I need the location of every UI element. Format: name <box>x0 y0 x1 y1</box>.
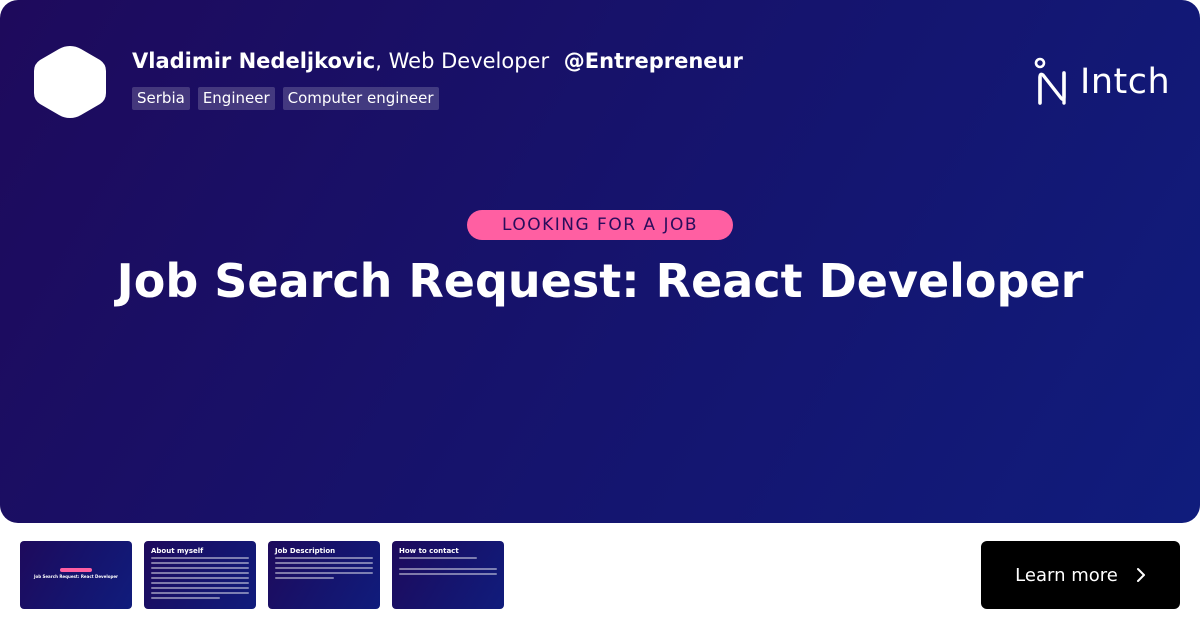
thumbnail-caption: Job Search Request: React Developer <box>33 574 119 579</box>
thumbnail-text-lines <box>151 557 249 602</box>
profile-role: Web Developer <box>388 49 550 73</box>
thumbnail-contact[interactable]: How to contact <box>392 541 504 609</box>
learn-more-button[interactable]: Learn more <box>981 541 1180 609</box>
avatar-hexagon-icon <box>34 46 106 118</box>
thumbnail-text-lines <box>399 557 497 578</box>
thumbnail-cover[interactable]: Job Search Request: React Developer <box>20 541 132 609</box>
slide-thumbnails: Job Search Request: React Developer Abou… <box>20 541 504 609</box>
tag-profession: Engineer <box>197 87 275 110</box>
learn-more-label: Learn more <box>1015 564 1118 586</box>
thumbnail-heading: How to contact <box>399 547 459 555</box>
brand-name: Intch <box>1080 62 1171 102</box>
profile-tags: Serbia Engineer Computer engineer <box>132 87 439 110</box>
avatar[interactable] <box>30 42 110 122</box>
tag-specialization: Computer engineer <box>282 87 439 110</box>
profile-name[interactable]: Vladimir Nedeljkovic <box>132 49 375 73</box>
name-separator: , <box>375 49 382 73</box>
chevron-right-icon <box>1136 568 1145 582</box>
post-title: Job Search Request: React Developer <box>116 254 1084 308</box>
thumbnail-heading: Job Description <box>275 547 336 555</box>
post-card: Vladimir Nedeljkovic, Web Developer @Ent… <box>0 0 1200 523</box>
profile-headline: Vladimir Nedeljkovic, Web Developer @Ent… <box>132 49 743 73</box>
thumbnail-heading: About myself <box>151 547 204 555</box>
thumbnail-about[interactable]: About myself <box>144 541 256 609</box>
intch-logo-icon <box>1034 57 1066 105</box>
thumbnail-description[interactable]: Job Description <box>268 541 380 609</box>
thumbnail-badge <box>60 568 92 572</box>
status-badge: LOOKING FOR A JOB <box>467 210 733 240</box>
thumbnail-text-lines <box>275 557 373 582</box>
brand-logo[interactable]: Intch <box>1034 57 1170 107</box>
tag-location: Serbia <box>132 87 190 110</box>
profile-handle[interactable]: @Entrepreneur <box>564 49 743 73</box>
